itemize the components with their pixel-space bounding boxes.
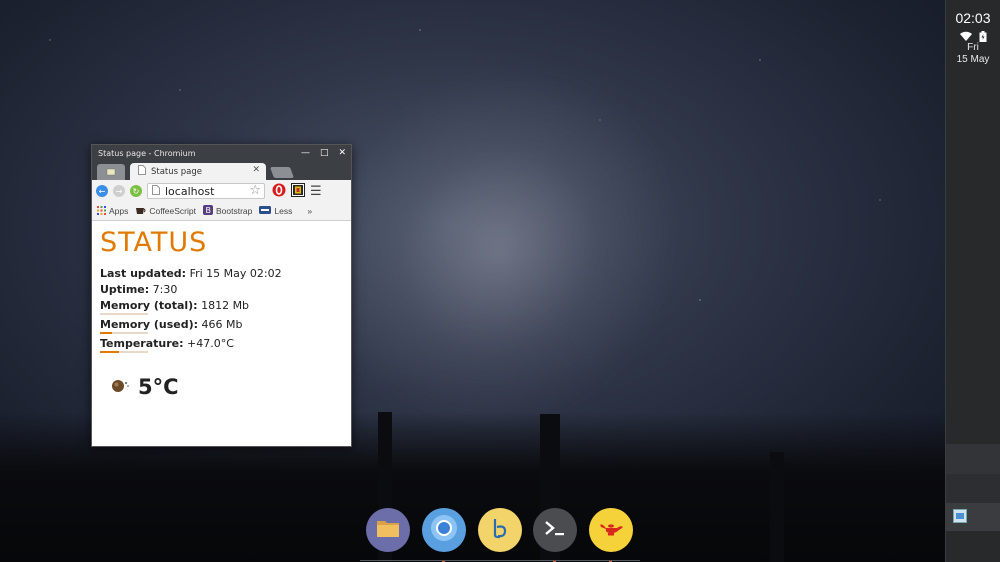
wallpaper-tree	[770, 452, 784, 562]
temperature-value: +47.0°C	[187, 337, 234, 350]
menu-icon[interactable]: ☰	[310, 184, 322, 199]
window-title: Status page - Chromium	[98, 148, 196, 158]
bookmark-apps[interactable]: Apps	[97, 205, 129, 217]
new-tab-button[interactable]	[269, 167, 295, 178]
bookmark-star-icon[interactable]: ☆	[249, 183, 261, 198]
maximize-icon[interactable]: □	[320, 148, 329, 158]
bookmark-label: Bootstrap	[216, 206, 253, 216]
apps-grid-icon	[106, 168, 116, 176]
memory-total-bar	[100, 313, 148, 315]
page-content: STATUS Last updated: Fri 15 May 02:02 Up…	[92, 221, 351, 404]
weather-temperature: 5°C	[138, 375, 179, 399]
back-arrow-icon[interactable]: ←	[96, 185, 108, 197]
memory-total-row: Memory (total): 1812 Mb	[100, 298, 343, 314]
page-icon	[138, 165, 146, 178]
bookmark-less[interactable]: Less	[259, 206, 292, 216]
page-title: STATUS	[100, 227, 208, 258]
bookmark-label: CoffeeScript	[149, 206, 196, 216]
temperature-bar-fill	[100, 351, 120, 353]
temperature-row: Temperature: +47.0°C	[100, 336, 343, 352]
memory-used-row: Memory (used): 466 Mb	[100, 317, 343, 333]
apps-tab[interactable]	[97, 164, 125, 180]
memory-used-bar	[100, 332, 148, 334]
last-updated-label: Last updated:	[100, 267, 187, 280]
weather-widget: 5°C	[100, 375, 343, 399]
chromium-icon	[429, 513, 459, 547]
system-day: Fri	[967, 42, 979, 53]
bookmark-label: Less	[274, 206, 293, 216]
uptime-label: Uptime:	[100, 283, 150, 296]
app-dock	[360, 505, 640, 562]
browser-window: Status page - Chromium — □ ✕ Status page…	[91, 144, 352, 447]
genie-lamp-icon	[597, 519, 625, 541]
terminal-icon	[543, 519, 567, 541]
reload-icon[interactable]: ↻	[130, 185, 142, 197]
extension-icon[interactable]	[291, 182, 305, 201]
browser-toolbar: ← → ↻ localhost ☆ ☰	[92, 180, 351, 202]
memory-used-value: 466 Mb	[201, 318, 243, 331]
uptime-value: 7:30	[152, 283, 178, 296]
apps-grid-icon	[97, 205, 106, 217]
shelf-window-item[interactable]	[946, 503, 1000, 531]
tab-close-icon[interactable]: ✕	[252, 165, 260, 175]
bookmark-coffeescript[interactable]: CoffeeScript	[135, 206, 196, 217]
window-thumbnail-icon	[953, 508, 967, 527]
coffee-cup-icon	[135, 206, 146, 217]
bookmark-label: Apps	[109, 206, 129, 216]
memory-total-value: 1812 Mb	[201, 299, 250, 312]
weather-moon-icon	[110, 377, 130, 397]
system-clock[interactable]: 02:03	[946, 10, 1000, 26]
uptime-row: Uptime: 7:30	[100, 282, 343, 298]
address-bar[interactable]: localhost ☆	[147, 183, 265, 199]
system-shelf: 02:03 Fri 15 May	[945, 0, 1000, 562]
minimize-icon[interactable]: —	[301, 148, 310, 158]
dock-bracket-button[interactable]	[478, 508, 522, 552]
address-text: localhost	[165, 184, 215, 198]
status-tray[interactable]	[946, 31, 1000, 42]
svg-text:B: B	[206, 206, 212, 215]
close-icon[interactable]: ✕	[338, 148, 346, 158]
bootstrap-icon: B	[203, 205, 213, 217]
dock-files-button[interactable]	[366, 508, 410, 552]
less-icon	[259, 206, 272, 216]
temperature-label: Temperature:	[100, 337, 184, 350]
dock-genie-button[interactable]	[589, 508, 633, 552]
dock-terminal-button[interactable]	[533, 508, 577, 552]
last-updated-value: Fri 15 May 02:02	[189, 267, 282, 280]
files-icon	[376, 518, 400, 542]
tab-strip: Status page ✕	[92, 161, 351, 180]
dock-chromium-button[interactable]	[422, 508, 466, 552]
window-titlebar[interactable]: Status page - Chromium — □ ✕	[92, 145, 351, 161]
opera-extension-icon[interactable]	[272, 182, 286, 201]
wifi-icon	[959, 31, 973, 42]
shelf-slot	[946, 444, 1000, 474]
temperature-bar	[100, 351, 148, 353]
page-icon	[152, 184, 160, 198]
battery-icon	[979, 31, 987, 42]
system-date: 15 May	[956, 54, 990, 65]
shelf-slot	[946, 474, 1000, 503]
memory-used-bar-fill	[100, 332, 113, 334]
bracket-icon	[488, 516, 512, 544]
memory-used-label: Memory (used):	[100, 318, 199, 331]
tab-status-page[interactable]: Status page ✕	[130, 163, 266, 180]
last-updated-row: Last updated: Fri 15 May 02:02	[100, 266, 343, 282]
tab-label: Status page	[151, 166, 203, 177]
forward-arrow-icon[interactable]: →	[113, 185, 125, 197]
memory-total-label: Memory (total):	[100, 299, 198, 312]
dock-divider	[360, 560, 640, 561]
bookmark-bootstrap[interactable]: B Bootstrap	[203, 205, 252, 217]
bookmarks-bar: Apps CoffeeScript B Bootstrap Less »	[92, 202, 351, 221]
more-bookmarks-button[interactable]: »	[307, 206, 312, 216]
